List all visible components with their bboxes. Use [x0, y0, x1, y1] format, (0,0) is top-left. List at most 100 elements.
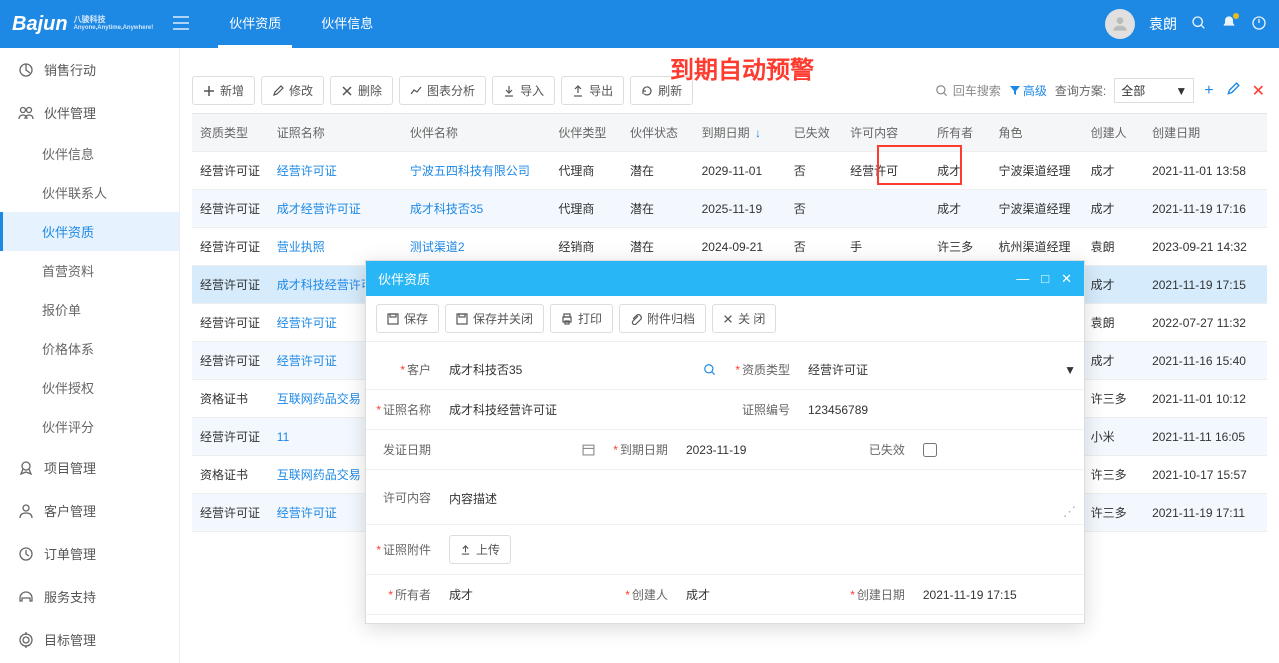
sidebar-item-people[interactable]: 伙伴管理: [0, 91, 179, 134]
close-scheme-icon[interactable]: ✕: [1250, 79, 1267, 103]
delete-button[interactable]: 删除: [330, 76, 393, 105]
import-button[interactable]: 导入: [492, 76, 555, 105]
link[interactable]: 成才经营许可证: [277, 202, 361, 216]
minimize-icon[interactable]: —: [1016, 271, 1029, 287]
add-button[interactable]: 新增: [192, 76, 255, 105]
table-cell: 经营许可证: [192, 494, 269, 532]
search-icon[interactable]: [1191, 15, 1207, 34]
table-cell: 2025-11-19: [694, 190, 786, 228]
tab-partner-info[interactable]: 伙伴信息: [301, 0, 393, 48]
user-name: 袁朗: [1149, 14, 1177, 34]
table-cell: 资格证书: [192, 380, 269, 418]
sidebar-item-label: 目标管理: [44, 630, 96, 649]
dlg-print-button[interactable]: 打印: [550, 304, 613, 333]
link[interactable]: 宁波五四科技有限公司: [410, 164, 530, 178]
scheme-label: 查询方案:: [1055, 82, 1106, 99]
menu-toggle-icon[interactable]: [173, 16, 189, 33]
maximize-icon[interactable]: □: [1041, 271, 1049, 287]
dialog-header[interactable]: 伙伴资质 — □ ✕: [366, 261, 1084, 296]
chart-button[interactable]: 图表分析: [399, 76, 486, 105]
people-icon: [18, 105, 34, 121]
sidebar-item-person[interactable]: 客户管理: [0, 489, 179, 532]
sidebar-sub-item[interactable]: 伙伴联系人: [0, 173, 179, 212]
table-cell: 许三多: [1083, 456, 1144, 494]
avatar[interactable]: [1105, 9, 1135, 39]
fld-type[interactable]: 经营许可证▼: [800, 355, 1084, 384]
sidebar-item-chart[interactable]: 销售行动: [0, 48, 179, 91]
column-header[interactable]: 角色: [991, 114, 1083, 152]
table-cell: 2023-09-21 14:32: [1144, 228, 1267, 266]
table-cell: 袁朗: [1083, 304, 1144, 342]
fld-createtime: 2021-11-19 17:15: [915, 582, 1077, 608]
dlg-save-button[interactable]: 保存: [376, 304, 439, 333]
fld-permit-label: 许可内容: [366, 489, 441, 506]
link[interactable]: 营业执照: [277, 240, 325, 254]
column-header[interactable]: 伙伴状态: [622, 114, 694, 152]
edit-button[interactable]: 修改: [261, 76, 324, 105]
link[interactable]: 经营许可证: [277, 506, 337, 520]
sidebar-sub-item[interactable]: 伙伴资质: [0, 212, 179, 251]
sidebar-sub-item[interactable]: 伙伴信息: [0, 134, 179, 173]
table-cell: 2021-10-17 15:57: [1144, 456, 1267, 494]
column-header[interactable]: 许可内容: [842, 114, 929, 152]
dlg-save-close-button[interactable]: 保存并关闭: [445, 304, 544, 333]
column-header[interactable]: 到期日期 ↓: [694, 114, 786, 152]
sidebar-sub-item[interactable]: 伙伴评分: [0, 407, 179, 446]
dlg-attach-button[interactable]: 附件归档: [619, 304, 706, 333]
power-icon[interactable]: [1251, 15, 1267, 34]
table-row[interactable]: 经营许可证经营许可证宁波五四科技有限公司代理商潜在2029-11-01否经营许可…: [192, 152, 1267, 190]
link[interactable]: 成才科技否35: [410, 202, 483, 216]
sidebar-sub-item[interactable]: 报价单: [0, 290, 179, 329]
sidebar-item-clock[interactable]: 订单管理: [0, 532, 179, 575]
column-header[interactable]: 创建日期: [1144, 114, 1267, 152]
fld-customer[interactable]: 成才科技否35: [441, 355, 725, 384]
table-cell: 经营许可证: [192, 266, 269, 304]
fld-certno[interactable]: 123456789: [800, 397, 1084, 423]
fld-creator: 成才: [678, 580, 840, 609]
expired-checkbox[interactable]: [923, 443, 937, 457]
upload-button[interactable]: 上传: [449, 535, 511, 564]
link[interactable]: 测试渠道2: [410, 240, 465, 254]
column-header[interactable]: 资质类型: [192, 114, 269, 152]
resize-handle-icon[interactable]: ⋰: [1063, 504, 1076, 520]
calendar-icon[interactable]: [582, 443, 595, 456]
add-scheme-icon[interactable]: +: [1202, 80, 1215, 102]
close-icon[interactable]: ✕: [1061, 271, 1072, 287]
bell-icon[interactable]: [1221, 15, 1237, 34]
tab-qualification[interactable]: 伙伴资质: [209, 0, 301, 48]
fld-issue[interactable]: [441, 437, 603, 462]
column-header[interactable]: 伙伴类型: [550, 114, 622, 152]
fld-permit[interactable]: 内容描述: [441, 482, 1084, 513]
column-header[interactable]: 已失效: [786, 114, 842, 152]
link[interactable]: 经营许可证: [277, 316, 337, 330]
link[interactable]: 互联网药品交易: [277, 392, 361, 406]
column-header[interactable]: 证照名称: [269, 114, 402, 152]
advanced-filter[interactable]: 高级: [1009, 82, 1047, 99]
link[interactable]: 经营许可证: [277, 354, 337, 368]
fld-certname[interactable]: 成才科技经营许可证: [441, 395, 725, 424]
lookup-icon[interactable]: [703, 363, 717, 377]
link[interactable]: 经营许可证: [277, 164, 337, 178]
scheme-select[interactable]: 全部▼: [1114, 78, 1194, 103]
fld-expired[interactable]: [915, 437, 1077, 463]
sidebar-sub-item[interactable]: 伙伴授权: [0, 368, 179, 407]
sidebar-sub-item[interactable]: 价格体系: [0, 329, 179, 368]
column-header[interactable]: 创建人: [1083, 114, 1144, 152]
table-cell: 成才: [1083, 152, 1144, 190]
person-icon: [18, 503, 34, 519]
column-header[interactable]: 伙伴名称: [402, 114, 550, 152]
table-cell: 2021-11-19 17:15: [1144, 266, 1267, 304]
sidebar-item-medal[interactable]: 项目管理: [0, 446, 179, 489]
search-input[interactable]: 回车搜索: [935, 82, 1001, 99]
sidebar-item-target[interactable]: 目标管理: [0, 618, 179, 661]
export-button[interactable]: 导出: [561, 76, 624, 105]
table-row[interactable]: 经营许可证成才经营许可证成才科技否35代理商潜在2025-11-19否成才宁波渠…: [192, 190, 1267, 228]
link[interactable]: 互联网药品交易: [277, 468, 361, 482]
sidebar-item-headset[interactable]: 服务支持: [0, 575, 179, 618]
dlg-close-button[interactable]: 关 闭: [712, 304, 776, 333]
column-header[interactable]: 所有者: [929, 114, 990, 152]
sidebar-sub-item[interactable]: 首营资料: [0, 251, 179, 290]
fld-expire[interactable]: 2023-11-19: [678, 437, 840, 463]
link[interactable]: 11: [277, 430, 289, 444]
edit-scheme-icon[interactable]: [1224, 80, 1242, 101]
